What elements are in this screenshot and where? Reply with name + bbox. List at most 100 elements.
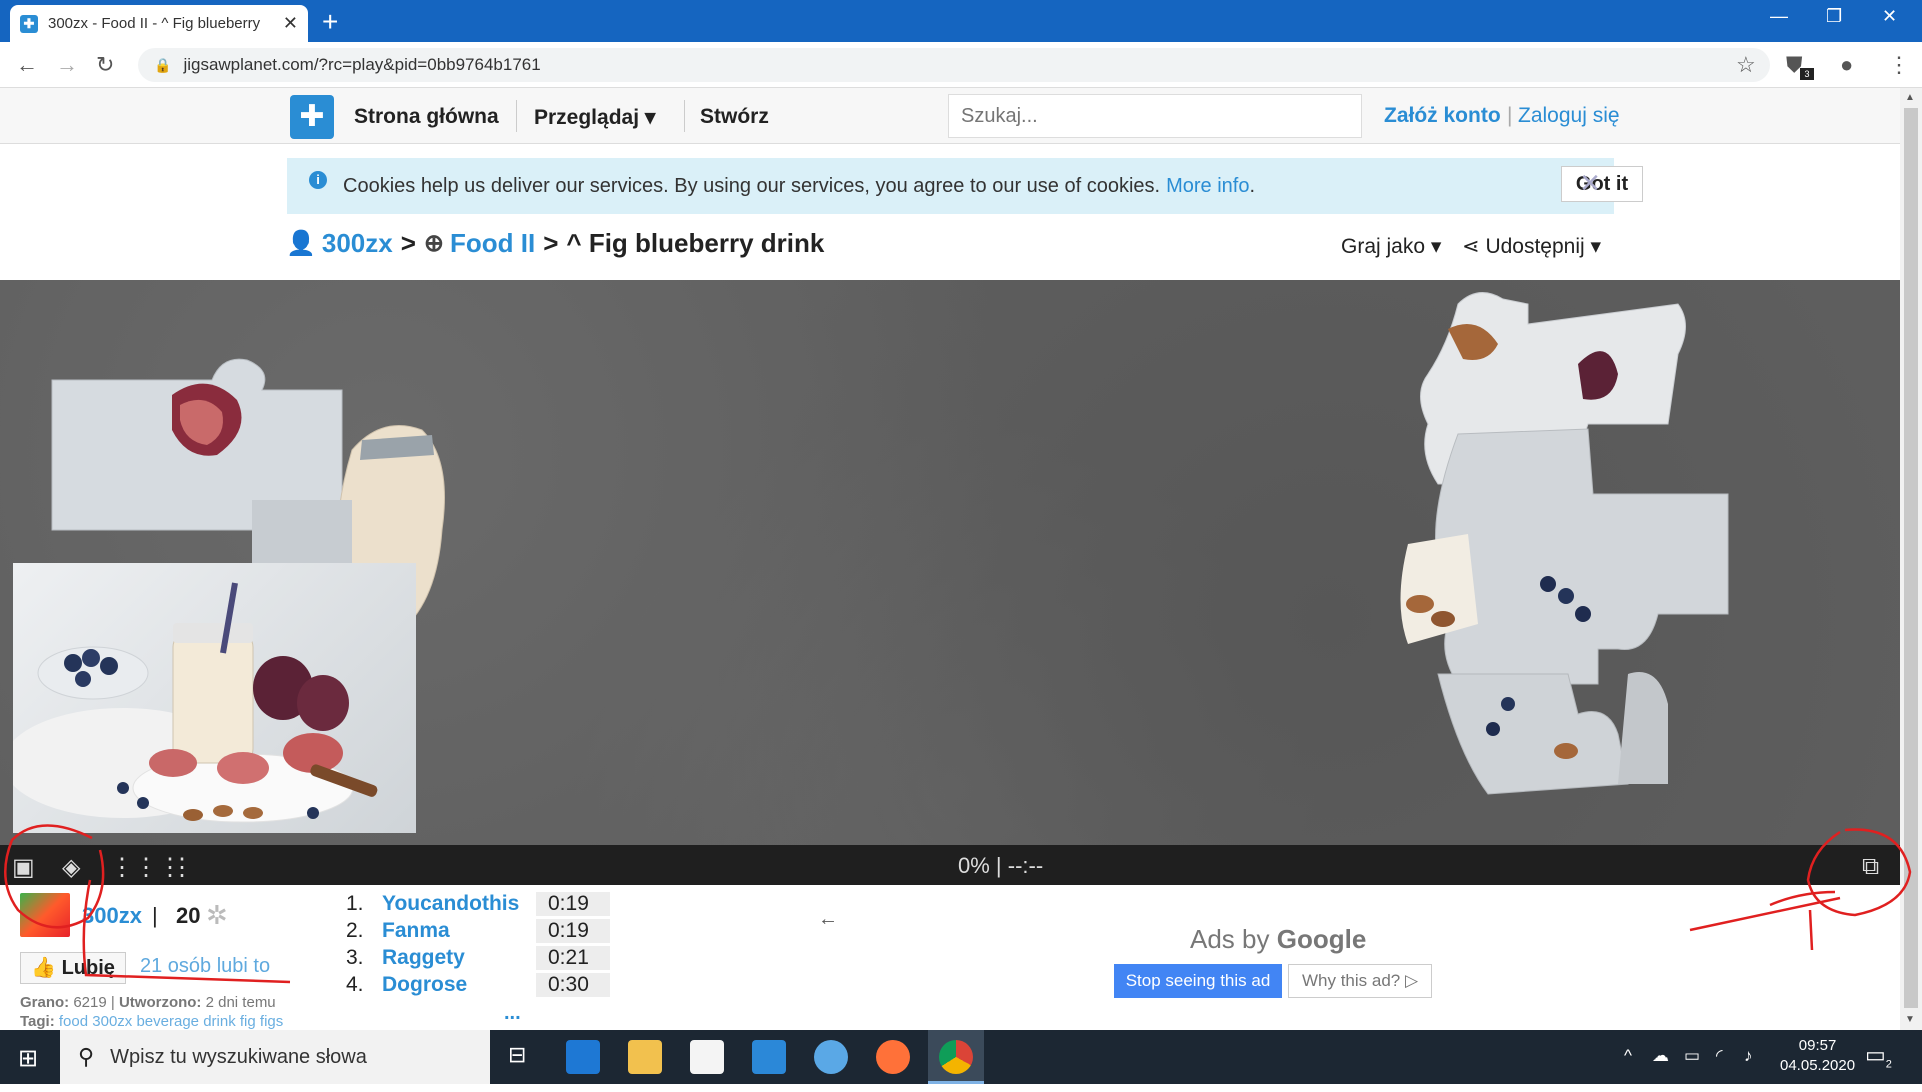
share-label: Udostępnij	[1485, 235, 1585, 258]
minimize-icon[interactable]: —	[1770, 6, 1788, 27]
login-link[interactable]: Zaloguj się	[1518, 104, 1620, 128]
battery-icon[interactable]: ▭	[1684, 1046, 1700, 1066]
file-explorer-icon[interactable]	[628, 1040, 662, 1074]
more-options-icon[interactable]: ⋮	[170, 853, 194, 882]
mail-icon[interactable]	[752, 1040, 786, 1074]
store-icon[interactable]	[690, 1040, 724, 1074]
fullscreen-icon[interactable]: ⧉	[1862, 853, 1879, 881]
profile-icon[interactable]: ●	[1840, 52, 1853, 78]
user-icon: 👤	[286, 230, 316, 257]
show-image-icon[interactable]: ▣	[12, 853, 35, 882]
why-this-ad-button[interactable]: Why this ad? ▷	[1288, 964, 1432, 998]
puzzle-pieces-right[interactable]	[1368, 284, 1788, 824]
tags-label: Tagi:	[20, 1013, 55, 1030]
close-window-icon[interactable]: ✕	[1882, 6, 1897, 27]
url-field[interactable]: 🔒 jigsawplanet.com/?rc=play&pid=0bb9764b…	[138, 48, 1770, 82]
leaderboard-row: 3. Raggety 0:21	[346, 946, 666, 972]
tag-link[interactable]: beverage	[136, 1013, 199, 1030]
browser-tab[interactable]: ✚ 300zx - Food II - ^ Fig blueberry ✕	[10, 5, 308, 42]
like-button[interactable]: 👍 Lubię	[20, 952, 126, 984]
wifi-icon[interactable]: ◜	[1716, 1046, 1723, 1066]
scroll-down-icon[interactable]: ▼	[1905, 1014, 1915, 1025]
tray-chevron-icon[interactable]: ^	[1624, 1046, 1632, 1066]
nav-create[interactable]: Stwórz	[700, 105, 769, 129]
puzzle-toolbar: ▣ ◈ ⋮⋮⋮ ⋮ 0% | --:-- ⧉	[0, 845, 1900, 885]
info-icon: i	[309, 171, 327, 189]
nav-browse[interactable]: Przeglądaj ▾	[534, 105, 655, 130]
ads-by-google: Ads by Google	[1190, 924, 1366, 955]
tag-link[interactable]: drink	[203, 1013, 236, 1030]
score-player[interactable]: Dogrose	[382, 973, 467, 997]
scroll-up-icon[interactable]: ▲	[1905, 92, 1915, 103]
stop-seeing-ad-button[interactable]: Stop seeing this ad	[1114, 964, 1282, 998]
puzzle-board[interactable]	[0, 280, 1900, 845]
nav-divider	[684, 100, 685, 132]
thumbs-up-icon: 👍	[31, 957, 56, 979]
ghost-image-icon[interactable]: ◈	[62, 853, 80, 882]
scroll-thumb[interactable]	[1904, 108, 1918, 1008]
new-tab-button[interactable]: +	[322, 6, 338, 38]
got-it-button[interactable]: Got it	[1561, 166, 1643, 202]
tag-link[interactable]: figs	[260, 1013, 283, 1030]
onedrive-icon[interactable]: ☁	[1652, 1046, 1669, 1066]
back-icon[interactable]: ←	[16, 52, 38, 78]
menu-icon[interactable]: ⋮	[1888, 52, 1910, 78]
safari-icon[interactable]	[814, 1040, 848, 1074]
back-arrow-icon[interactable]: ←	[818, 908, 838, 931]
chrome-taskbar-button[interactable]	[928, 1030, 984, 1084]
score-time: 0:30	[536, 973, 610, 997]
signup-link[interactable]: Załóż konto	[1384, 104, 1501, 128]
author-link[interactable]: 300zx	[82, 903, 142, 929]
bookmark-star-icon[interactable]: ☆	[1736, 52, 1756, 78]
puzzle-title: ^ Fig blueberry drink	[566, 228, 825, 258]
search-input[interactable]	[948, 94, 1362, 138]
likes-count[interactable]: 21 osób lubi to	[140, 955, 270, 978]
tag-link[interactable]: fig	[240, 1013, 256, 1030]
site-logo-icon[interactable]: ✚	[290, 95, 334, 139]
nav-home[interactable]: Strona główna	[354, 105, 499, 129]
ad-container: ← Ads by Google Stop seeing this ad Why …	[818, 904, 1728, 1014]
google-label: Google	[1276, 924, 1367, 954]
more-info-link[interactable]: More info	[1166, 175, 1249, 198]
taskbar-search-placeholder: Wpisz tu wyszukiwane słowa	[110, 1045, 367, 1068]
restore-icon[interactable]: ❐	[1826, 6, 1842, 27]
breadcrumb-user[interactable]: 300zx	[322, 228, 393, 259]
cookie-period: .	[1249, 174, 1256, 197]
task-view-icon[interactable]: ⊟	[508, 1042, 526, 1068]
tag-link[interactable]: food	[59, 1013, 88, 1030]
forward-icon[interactable]: →	[56, 52, 78, 78]
globe-icon: ⊕	[423, 230, 445, 257]
puzzle-preview-image[interactable]	[13, 563, 416, 833]
created-label: Utworzono:	[118, 994, 202, 1011]
firefox-icon[interactable]	[876, 1040, 910, 1074]
more-scores-link[interactable]: ...	[504, 1002, 521, 1025]
score-time: 0:19	[536, 892, 610, 916]
reload-icon[interactable]: ↻	[96, 52, 114, 78]
breadcrumb: 👤 300zx > ⊕ Food II > ^ Fig blueberry dr…	[286, 228, 824, 259]
page-scrollbar[interactable]: ▲ ▼	[1900, 88, 1922, 1030]
site-header: ✚ Strona główna Przeglądaj ▾ Stwórz Załó…	[0, 88, 1900, 144]
score-player[interactable]: Youcandothis	[382, 892, 519, 916]
tag-link[interactable]: 300zx	[92, 1013, 132, 1030]
chrome-icon	[939, 1040, 973, 1074]
taskbar-clock[interactable]: 09:57 04.05.2020	[1780, 1036, 1855, 1076]
edge-icon[interactable]	[566, 1040, 600, 1074]
close-icon[interactable]: ×	[1580, 164, 1600, 203]
taskbar-search[interactable]: ⚲ Wpisz tu wyszukiwane słowa	[60, 1030, 490, 1084]
extension-badge: 3	[1800, 68, 1814, 80]
play-as-dropdown[interactable]: Graj jako ▾	[1341, 234, 1441, 259]
progress-timer: 0% | --:--	[958, 853, 1044, 878]
share-icon: ⋖	[1462, 235, 1480, 258]
notifications-icon[interactable]: ▭2	[1865, 1042, 1892, 1070]
score-player[interactable]: Raggety	[382, 946, 465, 970]
notification-count: 2	[1885, 1058, 1892, 1071]
avatar[interactable]	[20, 893, 70, 937]
close-tab-icon[interactable]: ✕	[283, 13, 298, 34]
cookie-notice: i Cookies help us deliver our services. …	[287, 158, 1643, 214]
share-dropdown[interactable]: ⋖ Udostępnij ▾	[1462, 234, 1601, 259]
volume-icon[interactable]: ♪	[1744, 1046, 1753, 1066]
score-player[interactable]: Fanma	[382, 919, 450, 943]
leaderboard-row: 1. Youcandothis 0:19	[346, 892, 666, 918]
breadcrumb-collection[interactable]: Food II	[450, 228, 535, 259]
windows-start-icon[interactable]: ⊞	[18, 1044, 38, 1073]
